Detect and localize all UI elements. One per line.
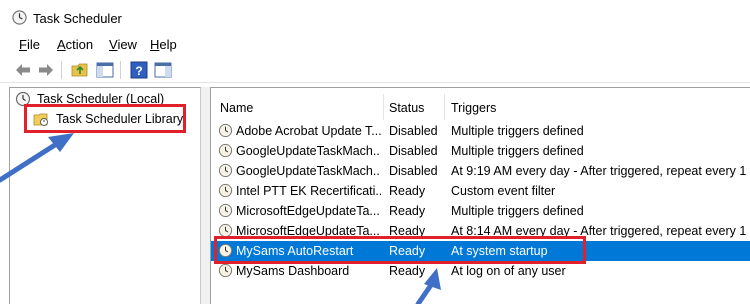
task-status: Ready (389, 264, 426, 278)
tree-root-label: Task Scheduler (Local) (37, 92, 165, 106)
task-name: MySams AutoRestart (236, 244, 354, 258)
show-hide-console-tree-icon[interactable] (95, 60, 115, 80)
task-scheduler-clock-icon (12, 10, 27, 25)
task-status: Disabled (389, 164, 438, 178)
task-name: Adobe Acrobat Update T... (236, 124, 381, 138)
task-status: Ready (389, 244, 426, 258)
tree-library-label: Task Scheduler Library (56, 112, 184, 126)
window-title: Task Scheduler (33, 11, 122, 26)
task-clock-icon (218, 143, 233, 158)
column-header-name[interactable]: Name (220, 101, 253, 115)
pane-splitter[interactable] (201, 87, 210, 304)
column-header-status[interactable]: Status (389, 101, 424, 115)
task-name: GoogleUpdateTaskMach... (236, 164, 381, 178)
column-divider[interactable] (383, 94, 384, 120)
table-row[interactable]: Adobe Acrobat Update T... Disabled Multi… (211, 121, 750, 141)
task-status: Ready (389, 224, 426, 238)
menu-action[interactable]: Action (57, 37, 93, 52)
task-clock-icon (218, 163, 233, 178)
task-clock-icon (218, 183, 233, 198)
task-name: MicrosoftEdgeUpdateTa... (236, 224, 380, 238)
table-row[interactable]: MicrosoftEdgeUpdateTa... Ready At 8:14 A… (211, 221, 750, 241)
task-triggers: At log on of any user (451, 264, 566, 278)
clock-icon (15, 91, 31, 107)
table-row-selected[interactable]: MySams AutoRestart Ready At system start… (211, 241, 750, 261)
task-clock-icon (218, 243, 233, 258)
task-clock-icon (218, 123, 233, 138)
task-triggers: At 9:19 AM every day - After triggered, … (451, 164, 750, 178)
task-clock-icon (218, 223, 233, 238)
title-bar: Task Scheduler (0, 0, 750, 34)
table-row[interactable]: GoogleUpdateTaskMach... Disabled Multipl… (211, 141, 750, 161)
task-status: Disabled (389, 124, 438, 138)
task-clock-icon (218, 203, 233, 218)
table-row[interactable]: MicrosoftEdgeUpdateTa... Ready Multiple … (211, 201, 750, 221)
show-hide-action-pane-icon[interactable] (153, 60, 173, 80)
menu-help[interactable]: Help (150, 37, 177, 52)
task-triggers: At 8:14 AM every day - After triggered, … (451, 224, 750, 238)
column-divider[interactable] (444, 94, 445, 120)
toolbar-separator (61, 61, 62, 79)
folder-up-icon[interactable] (70, 60, 90, 80)
table-row[interactable]: Intel PTT EK Recertificati... Ready Cust… (211, 181, 750, 201)
toolbar-separator (120, 61, 121, 79)
folder-clock-icon (33, 113, 48, 126)
console-tree-pane: Task Scheduler (Local) Task Scheduler Li… (9, 87, 201, 304)
task-status: Ready (389, 204, 426, 218)
task-name: Intel PTT EK Recertificati... (236, 184, 381, 198)
task-clock-icon (218, 263, 233, 278)
tree-item-root[interactable]: Task Scheduler (Local) (14, 89, 199, 109)
task-triggers: Multiple triggers defined (451, 204, 584, 218)
help-icon[interactable]: ? (129, 60, 149, 80)
tree-item-library[interactable]: Task Scheduler Library (32, 109, 184, 129)
table-row[interactable]: MySams Dashboard Ready At log on of any … (211, 261, 750, 281)
task-name: MicrosoftEdgeUpdateTa... (236, 204, 380, 218)
task-status: Ready (389, 184, 426, 198)
task-name: MySams Dashboard (236, 264, 350, 278)
menu-file[interactable]: File (19, 37, 40, 52)
table-row[interactable]: GoogleUpdateTaskMach... Disabled At 9:19… (211, 161, 750, 181)
task-triggers: Multiple triggers defined (451, 124, 584, 138)
svg-text:?: ? (135, 64, 142, 78)
toolbar: ? (0, 57, 750, 83)
task-name: GoogleUpdateTaskMach... (236, 144, 381, 158)
back-arrow-icon[interactable] (13, 60, 33, 80)
task-status: Disabled (389, 144, 438, 158)
task-triggers: Custom event filter (451, 184, 556, 198)
task-list-pane: Name Status Triggers Adobe Acrobat Updat… (210, 87, 750, 304)
task-triggers: At system startup (451, 244, 548, 258)
menu-view[interactable]: View (109, 37, 137, 52)
menu-bar: File Action View Help (0, 34, 750, 56)
task-triggers: Multiple triggers defined (451, 144, 584, 158)
forward-arrow-icon[interactable] (36, 60, 56, 80)
column-header-triggers[interactable]: Triggers (451, 101, 496, 115)
